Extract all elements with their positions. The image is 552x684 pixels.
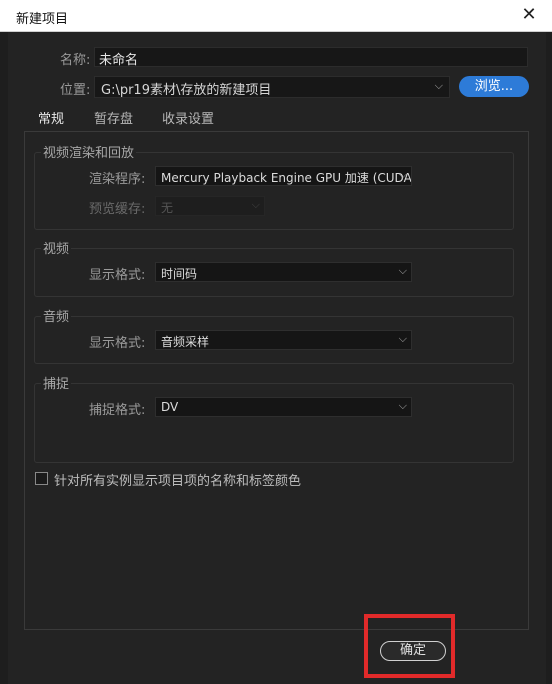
show-name-label-color-label: 针对所有实例显示项目项的名称和标签颜色: [54, 474, 302, 489]
audio-format-value: 音频采样: [161, 335, 210, 349]
video-format-value: 时间码: [161, 267, 198, 281]
chevron-down-icon: ⌵: [251, 198, 260, 211]
show-name-label-color-checkbox[interactable]: [35, 472, 48, 485]
title-bar: 新建项目 ✕: [0, 0, 552, 32]
render-group: [34, 152, 514, 230]
preview-cache-dropdown: 无 ⌵: [155, 196, 265, 216]
renderer-label: 渲染程序:: [89, 172, 146, 187]
audio-format-dropdown[interactable]: 音频采样 ⌵: [155, 330, 412, 350]
capture-format-dropdown[interactable]: DV ⌵: [155, 397, 412, 417]
location-dropdown[interactable]: G:\pr19素材\存放的新建项目 ⌵: [94, 76, 450, 98]
location-label: 位置:: [60, 83, 91, 98]
capture-group: [34, 383, 514, 463]
audio-format-label: 显示格式:: [89, 336, 146, 351]
chevron-down-icon: ⌵: [398, 399, 407, 412]
tab-scratch-disks[interactable]: 暂存盘: [94, 108, 133, 127]
render-group-title: 视频渲染和回放: [41, 142, 137, 161]
video-format-dropdown[interactable]: 时间码 ⌵: [155, 262, 412, 282]
video-group-title: 视频: [41, 238, 72, 257]
capture-group-title: 捕捉: [41, 373, 72, 392]
chevron-down-icon: ⌵: [398, 168, 407, 181]
tab-ingest-settings[interactable]: 收录设置: [162, 108, 214, 127]
close-icon[interactable]: ✕: [518, 4, 540, 26]
browse-button[interactable]: 浏览...: [459, 76, 529, 97]
chevron-down-icon: ⌵: [398, 264, 407, 277]
renderer-value: Mercury Playback Engine GPU 加速 (CUDA): [161, 171, 412, 185]
name-label: 名称:: [60, 53, 91, 68]
project-name-input[interactable]: 未命名: [94, 47, 528, 68]
annotation-highlight-box: [364, 614, 455, 678]
chevron-down-icon: ⌵: [434, 79, 443, 92]
renderer-dropdown[interactable]: Mercury Playback Engine GPU 加速 (CUDA) ⌵: [155, 166, 412, 186]
preview-cache-value: 无: [161, 201, 174, 215]
capture-format-label: 捕捉格式:: [89, 403, 146, 418]
location-value: G:\pr19素材\存放的新建项目: [101, 83, 272, 98]
audio-group-title: 音频: [41, 306, 72, 325]
video-format-label: 显示格式:: [89, 268, 146, 283]
window-title: 新建项目: [16, 12, 69, 27]
chevron-down-icon: ⌵: [398, 332, 407, 345]
preview-cache-label: 预览缓存:: [89, 202, 146, 217]
tab-general[interactable]: 常规: [35, 108, 67, 134]
capture-format-value: DV: [161, 400, 179, 414]
